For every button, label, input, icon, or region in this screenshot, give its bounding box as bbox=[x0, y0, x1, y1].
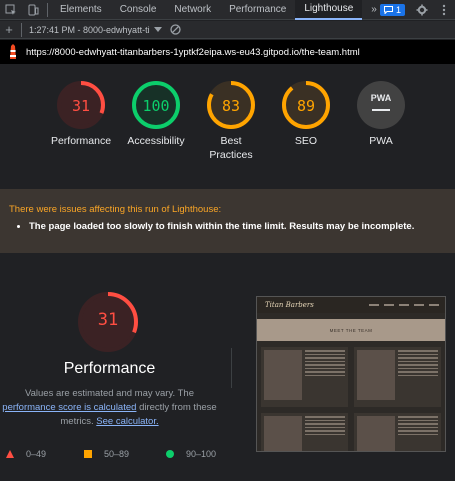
gauge-best-practices-score: 83 bbox=[221, 97, 241, 115]
gauge-performance[interactable]: 31 Performance bbox=[43, 80, 119, 148]
tab-elements[interactable]: Elements bbox=[51, 0, 111, 20]
category-gauges: 31 Performance 100 Accessibility 83 Best… bbox=[0, 64, 455, 182]
lighthouse-logo-icon bbox=[0, 44, 26, 60]
legend-pass-range: 90–100 bbox=[186, 449, 217, 459]
tab-console[interactable]: Console bbox=[111, 0, 166, 20]
report-toolbar: + 1:27:41 PM - 8000-edwhyatt-ti bbox=[0, 21, 455, 39]
report-url-bar: https://8000-edwhyatt-titanbarbers-1yptk… bbox=[0, 40, 455, 64]
audited-url[interactable]: https://8000-edwhyatt-titanbarbers-1yptk… bbox=[26, 47, 360, 58]
issues-badge[interactable]: 1 bbox=[379, 4, 405, 16]
team-card bbox=[354, 347, 441, 407]
gauge-seo-score: 89 bbox=[296, 97, 316, 115]
legend-fail: 0–49 bbox=[6, 449, 46, 459]
inspect-element-icon[interactable] bbox=[0, 0, 22, 20]
performance-section: 31 Performance Values are estimated and … bbox=[0, 254, 455, 481]
screenshot-team-cards bbox=[261, 347, 441, 451]
final-screenshot[interactable]: Titan Barbers MEET THE TEAM bbox=[256, 296, 446, 452]
see-calculator-link[interactable]: See calculator. bbox=[96, 416, 158, 427]
team-card bbox=[261, 347, 348, 407]
score-legend: 0–49 50–89 90–100 bbox=[0, 449, 230, 463]
legend-fail-range: 0–49 bbox=[26, 449, 47, 459]
settings-gear-icon[interactable] bbox=[411, 0, 433, 20]
message-icon bbox=[383, 6, 393, 14]
tab-lighthouse[interactable]: Lighthouse bbox=[295, 0, 363, 20]
gauge-pwa-label: PWA bbox=[369, 135, 393, 147]
screenshot-navbar: Titan Barbers bbox=[257, 297, 445, 313]
gauge-best-practices-label: Best Practices bbox=[209, 135, 253, 161]
divider bbox=[231, 348, 232, 388]
circle-icon bbox=[166, 450, 174, 458]
separator bbox=[21, 22, 22, 37]
gauge-pwa-badge: PWA bbox=[370, 93, 392, 103]
team-card bbox=[354, 413, 441, 451]
gauge-performance-label: Performance bbox=[50, 135, 112, 147]
devtools-tabbar: Elements Console Network Performance Lig… bbox=[0, 0, 455, 20]
gauge-best-practices[interactable]: 83 Best Practices bbox=[193, 80, 269, 162]
performance-title: Performance bbox=[63, 360, 156, 377]
clear-report-icon[interactable] bbox=[169, 24, 181, 35]
gauge-accessibility[interactable]: 100 Accessibility bbox=[118, 80, 194, 148]
legend-average: 50–89 bbox=[84, 449, 129, 459]
gauge-pwa[interactable]: PWA PWA bbox=[343, 80, 419, 148]
tab-performance[interactable]: Performance bbox=[220, 0, 295, 20]
legend-pass: 90–100 bbox=[166, 449, 216, 459]
separator bbox=[47, 2, 48, 17]
triangle-icon bbox=[6, 450, 14, 458]
gauge-seo-label: SEO bbox=[294, 135, 318, 147]
warning-list: The page loaded too slowly to finish wit… bbox=[9, 221, 446, 232]
warning-title: There were issues affecting this run of … bbox=[9, 204, 222, 215]
desc-prefix: Values are estimated and may vary. The bbox=[25, 388, 194, 399]
device-toolbar-icon[interactable] bbox=[22, 0, 44, 20]
performance-description: Values are estimated and may vary. The p… bbox=[0, 387, 219, 429]
team-card bbox=[261, 413, 348, 451]
more-options-icon[interactable] bbox=[433, 0, 455, 20]
square-icon bbox=[84, 450, 92, 458]
report-selector[interactable]: 1:27:41 PM - 8000-edwhyatt-ti bbox=[29, 25, 150, 35]
legend-average-range: 50–89 bbox=[104, 449, 130, 459]
issues-count: 1 bbox=[395, 5, 401, 15]
tab-network[interactable]: Network bbox=[165, 0, 220, 20]
gauge-seo[interactable]: 89 SEO bbox=[268, 80, 344, 148]
screenshot-brand: Titan Barbers bbox=[265, 301, 314, 309]
runtime-warning: There were issues affecting this run of … bbox=[0, 189, 455, 253]
screenshot-banner: MEET THE TEAM bbox=[257, 319, 445, 341]
performance-big-score: 31 bbox=[97, 310, 119, 330]
pwa-badge-icon bbox=[357, 81, 405, 129]
chevron-down-icon[interactable] bbox=[153, 26, 162, 33]
gauge-performance-score: 31 bbox=[71, 97, 91, 115]
gauge-accessibility-score: 100 bbox=[142, 97, 170, 115]
warning-item: The page loaded too slowly to finish wit… bbox=[29, 221, 446, 232]
new-report-button[interactable]: + bbox=[0, 22, 18, 37]
screenshot-banner-text: MEET THE TEAM bbox=[329, 327, 373, 333]
score-calculated-link[interactable]: performance score is calculated bbox=[2, 402, 136, 413]
gauge-accessibility-label: Accessibility bbox=[127, 135, 185, 147]
